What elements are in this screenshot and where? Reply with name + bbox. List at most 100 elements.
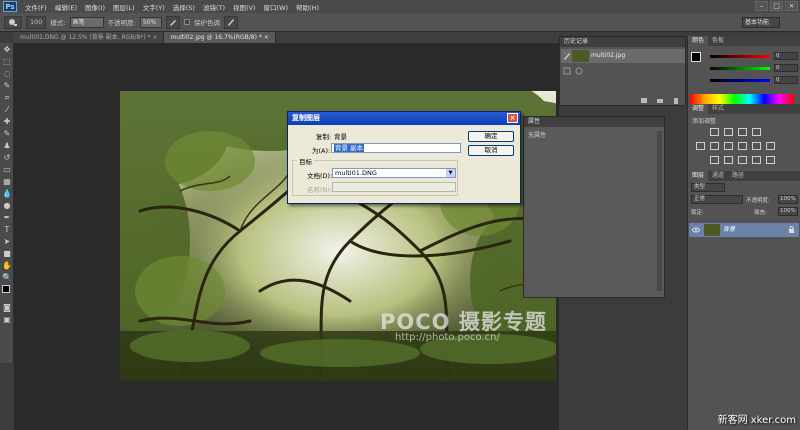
eyedropper-tool-icon[interactable]: ⁄ bbox=[1, 104, 13, 115]
ok-button[interactable]: 确定 bbox=[468, 131, 514, 142]
pen-tool-icon[interactable]: ✒ bbox=[1, 212, 13, 223]
mode-select[interactable]: 画笔 bbox=[69, 16, 104, 28]
tool-preset-picker[interactable] bbox=[4, 15, 22, 29]
menu-window[interactable]: 窗口(W) bbox=[260, 2, 293, 12]
menu-edit[interactable]: 编辑(E) bbox=[51, 2, 81, 12]
gradient-tool-icon[interactable]: ▦ bbox=[1, 176, 13, 187]
blue-slider-row: 0 bbox=[710, 76, 798, 84]
quick-mask-icon[interactable]: ◙ bbox=[1, 302, 13, 313]
tab-multi02[interactable]: multi02.jpg @ 16.7%(RGB/8) * × bbox=[164, 32, 276, 43]
healing-brush-tool-icon[interactable]: ✚ bbox=[1, 116, 13, 127]
color-fg-swatch[interactable] bbox=[691, 52, 701, 62]
menu-type[interactable]: 文字(Y) bbox=[139, 2, 169, 12]
cancel-button[interactable]: 取消 bbox=[468, 145, 514, 156]
close-button[interactable]: × bbox=[785, 1, 798, 11]
gradient-map-adjust-icon[interactable] bbox=[752, 156, 761, 164]
document-select[interactable]: multi01.DNG ▼ bbox=[332, 168, 456, 178]
screen-mode-icon[interactable]: ▣ bbox=[1, 314, 13, 325]
channel-mixer-adjust-icon[interactable] bbox=[766, 142, 775, 150]
minimize-button[interactable]: – bbox=[755, 1, 768, 11]
green-slider[interactable] bbox=[710, 66, 770, 70]
menu-select[interactable]: 选择(S) bbox=[169, 2, 199, 12]
curves-adjust-icon[interactable] bbox=[738, 128, 747, 136]
shape-tool-icon[interactable]: ■ bbox=[1, 248, 13, 259]
threshold-adjust-icon[interactable] bbox=[738, 156, 747, 164]
menu-layer[interactable]: 图层(L) bbox=[109, 2, 139, 12]
layer-filter-kind-select[interactable]: 类型 bbox=[691, 183, 725, 192]
camera-snapshot-icon[interactable] bbox=[656, 97, 664, 104]
tab-paths[interactable]: 路径 bbox=[728, 171, 748, 181]
marquee-tool-icon[interactable]: ⬚ bbox=[1, 56, 13, 67]
brush-tool-icon[interactable]: ✎ bbox=[1, 128, 13, 139]
snapshot-icon bbox=[575, 67, 583, 75]
tab-layers[interactable]: 图层 bbox=[688, 171, 709, 181]
dialog-title-bar[interactable]: 复制图层 × bbox=[288, 112, 520, 125]
red-value[interactable]: 0 bbox=[774, 52, 798, 60]
type-tool-icon[interactable]: T bbox=[1, 224, 13, 235]
properties-panel-title[interactable]: 属性 bbox=[524, 117, 664, 127]
dodge-tool-icon[interactable]: ● bbox=[1, 200, 13, 211]
move-tool-icon[interactable]: ✥ bbox=[1, 44, 13, 55]
properties-scrollbar[interactable] bbox=[657, 131, 662, 291]
hand-tool-icon[interactable]: ✋ bbox=[1, 260, 13, 271]
blur-tool-icon[interactable]: 💧 bbox=[1, 188, 13, 199]
history-brush-tool-icon[interactable]: ↺ bbox=[1, 152, 13, 163]
red-slider[interactable] bbox=[710, 54, 770, 58]
blue-value[interactable]: 0 bbox=[774, 76, 798, 84]
maximize-button[interactable]: □ bbox=[770, 1, 783, 11]
color-balance-adjust-icon[interactable] bbox=[724, 142, 733, 150]
color-spectrum-bar[interactable] bbox=[690, 94, 794, 104]
black-white-adjust-icon[interactable] bbox=[738, 142, 747, 150]
crop-tool-icon[interactable]: ⌗ bbox=[1, 92, 13, 103]
tab-styles[interactable]: 样式 bbox=[708, 104, 728, 114]
menu-filter[interactable]: 滤镜(T) bbox=[199, 2, 229, 12]
pressure-size-toggle[interactable] bbox=[223, 15, 238, 29]
foreground-color-swatch[interactable] bbox=[2, 285, 10, 293]
eraser-tool-icon[interactable]: ▭ bbox=[1, 164, 13, 175]
history-panel-title[interactable]: 历史记录 bbox=[560, 37, 685, 47]
layer-opacity-input[interactable]: 100% bbox=[778, 195, 798, 204]
eye-visibility-icon[interactable] bbox=[692, 227, 700, 233]
posterize-adjust-icon[interactable] bbox=[724, 156, 733, 164]
copy-label: 复制: bbox=[316, 133, 332, 141]
dialog-close-button[interactable]: × bbox=[507, 113, 518, 123]
path-selection-tool-icon[interactable]: ➤ bbox=[1, 236, 13, 247]
invert-adjust-icon[interactable] bbox=[710, 156, 719, 164]
tab-color[interactable]: 颜色 bbox=[688, 36, 709, 46]
green-value[interactable]: 0 bbox=[774, 64, 798, 72]
menu-file[interactable]: 文件(F) bbox=[21, 2, 51, 12]
history-brush-source-icon[interactable] bbox=[563, 52, 571, 60]
color-swatches[interactable] bbox=[0, 285, 14, 301]
chevron-down-icon[interactable]: ▼ bbox=[446, 169, 455, 177]
menu-help[interactable]: 帮助(H) bbox=[292, 2, 323, 12]
brush-size-picker[interactable]: 100 bbox=[26, 15, 47, 29]
fill-input[interactable]: 100% bbox=[778, 207, 798, 216]
menu-image[interactable]: 图像(I) bbox=[81, 2, 109, 12]
blend-mode-select[interactable]: 正常 bbox=[691, 195, 743, 204]
exposure-adjust-icon[interactable] bbox=[752, 128, 761, 136]
brightness-adjust-icon[interactable] bbox=[710, 128, 719, 136]
zoom-tool-icon[interactable]: 🔍 bbox=[1, 272, 13, 283]
clone-stamp-tool-icon[interactable]: ♟ bbox=[1, 140, 13, 151]
vibrance-adjust-icon[interactable] bbox=[696, 142, 705, 150]
levels-adjust-icon[interactable] bbox=[724, 128, 733, 136]
blue-slider[interactable] bbox=[710, 78, 770, 82]
protect-tones-checkbox[interactable] bbox=[183, 19, 190, 25]
tab-multi01[interactable]: multi01.DNG @ 12.5% (背景 副本, RGB/8*) * × bbox=[14, 32, 165, 43]
workspace-select[interactable]: 基本功能 bbox=[742, 17, 780, 28]
opacity-input[interactable]: 50% bbox=[139, 16, 162, 28]
tab-channels[interactable]: 通道 bbox=[708, 171, 728, 181]
airbrush-toggle[interactable] bbox=[165, 15, 180, 29]
trash-icon[interactable] bbox=[672, 97, 680, 104]
selective-color-adjust-icon[interactable] bbox=[766, 156, 775, 164]
lasso-tool-icon[interactable]: ◌ bbox=[1, 68, 13, 79]
as-name-input[interactable]: 背景 副本 bbox=[331, 143, 461, 153]
photo-filter-adjust-icon[interactable] bbox=[752, 142, 761, 150]
tab-adjustments[interactable]: 调整 bbox=[688, 104, 709, 114]
new-document-from-state-icon[interactable] bbox=[640, 97, 648, 104]
menu-view[interactable]: 视图(V) bbox=[229, 2, 260, 12]
lock-icon bbox=[789, 226, 794, 233]
tab-swatches[interactable]: 色板 bbox=[708, 36, 728, 46]
quick-select-tool-icon[interactable]: ✎ bbox=[1, 80, 13, 91]
hue-saturation-adjust-icon[interactable] bbox=[710, 142, 719, 150]
